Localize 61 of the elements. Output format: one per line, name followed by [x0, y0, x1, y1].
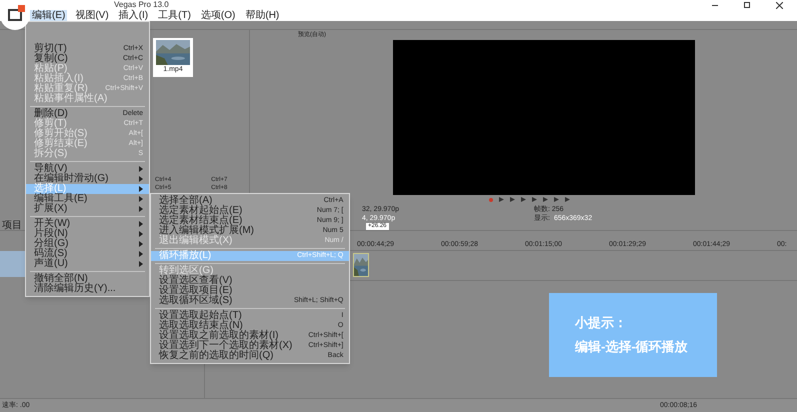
menu-item[interactable]: 在编辑时滑动(G) — [26, 174, 149, 184]
menu-label: 拆分(S) — [34, 149, 68, 159]
menu-item[interactable]: 声道(U) — [26, 259, 149, 269]
menu-label: 选定素材结束点(E) — [159, 216, 242, 226]
menu-bar-item[interactable]: 选项(O) — [198, 10, 238, 21]
menu-label: 选取循环区域(S) — [159, 296, 232, 306]
menu-item[interactable]: 分组(G) — [26, 239, 149, 249]
menu-label: 编辑工具(E) — [34, 194, 88, 204]
menu-label: 声道(U) — [34, 259, 68, 269]
menu-item[interactable]: 清除编辑历史(Y)... — [26, 284, 149, 294]
menu-label: 恢复之前的选取的时间(Q) — [159, 351, 274, 361]
menu-label: 转到选区(G) — [159, 266, 214, 276]
menu-label: 粘贴(P) — [34, 64, 68, 74]
menu-label: 选择全部(A) — [159, 196, 212, 206]
menu-label: 设置选到下一个选取的素材(X) — [159, 341, 292, 351]
menu-item[interactable]: 编辑工具(E) — [26, 194, 149, 204]
menu-label: 粘贴插入(I) — [34, 74, 84, 84]
menu-label: 码流(S) — [34, 249, 68, 259]
menu-label: 片段(N) — [34, 229, 68, 239]
menu-item[interactable]: 片段(N) — [26, 229, 149, 239]
menu-bar-item[interactable]: 编辑(E) — [30, 10, 68, 21]
tip-title: 小提示： — [575, 316, 628, 330]
menu-label: 扩展(X) — [34, 204, 68, 214]
menu-label: 选取选取结束点(N) — [159, 321, 243, 331]
menu-label: 清除编辑历史(Y)... — [34, 284, 116, 294]
menu-item[interactable]: 开关(W) — [26, 219, 149, 229]
menu-bar-item[interactable]: 帮助(H) — [243, 10, 282, 21]
menu-label: 进入编辑模式扩展(M) — [159, 226, 254, 236]
tip-text: 编辑-选择-循环播放 — [575, 340, 689, 354]
menu-label: 剪切(T) — [34, 44, 67, 54]
menu-label: 选定素材起始点(E) — [159, 206, 242, 216]
menu-label: 退出编辑模式(X) — [159, 236, 232, 246]
menu-item[interactable]: 码流(S) — [26, 249, 149, 259]
menu-item[interactable]: 设置选区查看(V) — [151, 276, 350, 286]
menu-label: 在编辑时滑动(G) — [34, 174, 108, 184]
menu-label: 设置选区查看(V) — [159, 276, 232, 286]
menu-label: 设置选取项目(E) — [159, 286, 232, 296]
menu-label: 删除(D) — [34, 109, 68, 119]
menu-item[interactable]: 设置选取项目(E) — [151, 286, 350, 296]
menu-item[interactable]: 导航(V) — [26, 164, 149, 174]
menu-label: 复制(C) — [34, 54, 68, 64]
menu-label: 撤销全部(N) — [34, 274, 88, 284]
menu-bar-item[interactable]: 插入(I) — [116, 10, 150, 21]
menu-label: 选择(L) — [34, 184, 66, 194]
menu-item[interactable]: 扩展(X) — [26, 204, 149, 214]
menu-label: 粘贴事件属性(A) — [34, 94, 108, 104]
menu-label: 开关(W) — [34, 219, 70, 229]
menu-label: 粘贴重复(R) — [34, 84, 88, 94]
menu-label: 设置选取之前选取的素材(I) — [159, 331, 278, 341]
menu-label: 修剪结束(E) — [34, 139, 88, 149]
menu-label: 修剪开始(S) — [34, 129, 88, 139]
menu-label: 分组(G) — [34, 239, 68, 249]
menu-label: 设置选取起始点(T) — [159, 311, 242, 321]
menu-label: 导航(V) — [34, 164, 68, 174]
menu-label: 循环播放(L) — [159, 251, 212, 261]
menu-bar-item[interactable]: 视图(V) — [73, 10, 111, 21]
panel-tab[interactable]: 项目 — [2, 222, 22, 230]
window-title: Vegas Pro 13.0 — [114, 0, 169, 10]
menu-label: 修剪(T) — [34, 119, 67, 129]
menu-item[interactable]: 撤销全部(N) — [26, 274, 149, 284]
menu-bar-item[interactable]: 工具(T) — [156, 10, 193, 21]
